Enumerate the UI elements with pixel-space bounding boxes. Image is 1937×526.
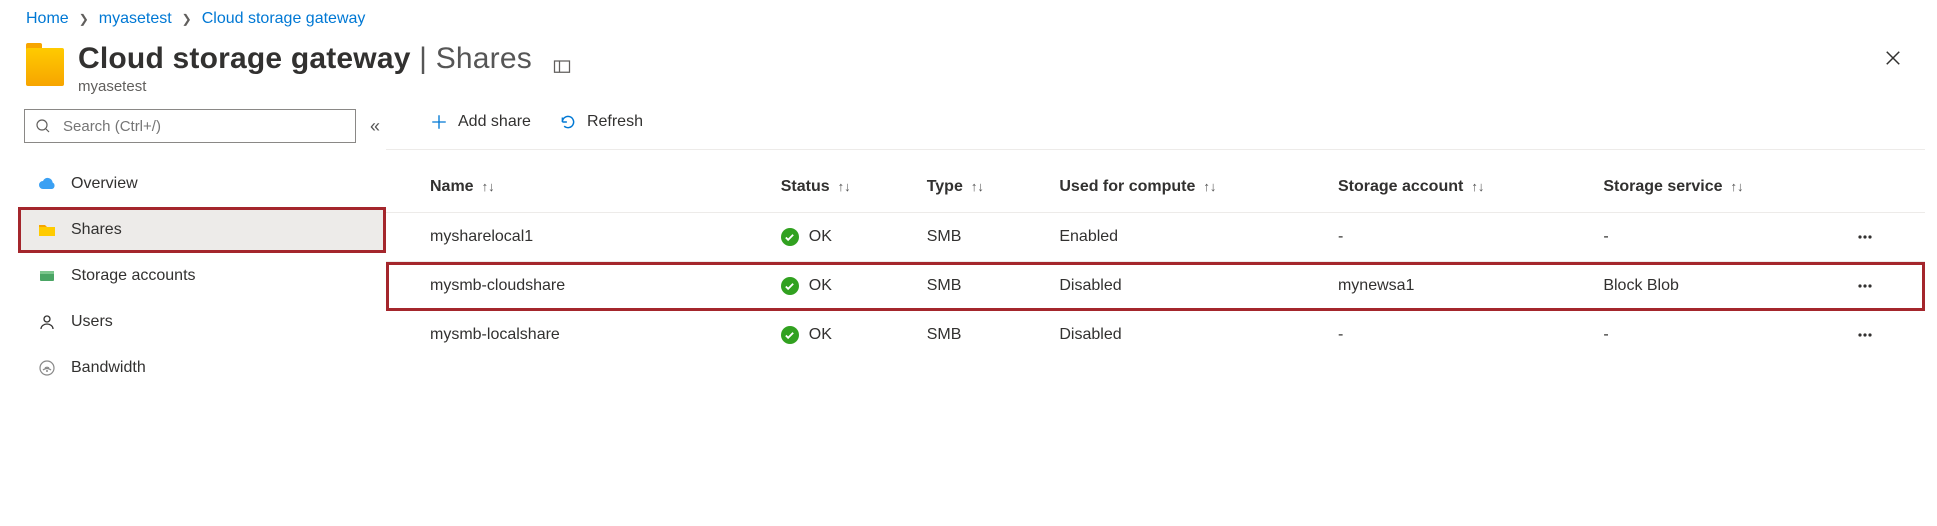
- collapse-toggle-icon[interactable]: «: [370, 116, 380, 137]
- bandwidth-icon: [37, 358, 57, 378]
- cell-account: -: [1328, 311, 1593, 360]
- cell-name: mysmb-localshare: [386, 311, 771, 360]
- cell-service: -: [1593, 311, 1845, 360]
- column-status[interactable]: Status ↑↓: [771, 164, 917, 213]
- search-field[interactable]: [61, 117, 345, 136]
- page-header: Cloud storage gateway | Shares myasetest: [0, 42, 1937, 105]
- sort-icon: ↑↓: [1731, 179, 1744, 194]
- sort-icon: ↑↓: [971, 179, 984, 194]
- cell-type: SMB: [917, 311, 1050, 360]
- cell-status: OK: [771, 213, 917, 262]
- cell-status: OK: [771, 311, 917, 360]
- users-icon: [37, 312, 57, 332]
- table-row[interactable]: mysharelocal1OKSMBEnabled--: [386, 213, 1925, 262]
- refresh-icon: [559, 113, 577, 131]
- cell-type: SMB: [917, 213, 1050, 262]
- column-label: Status: [781, 178, 830, 195]
- search-input[interactable]: [24, 109, 356, 143]
- column-actions: [1845, 164, 1925, 213]
- add-share-label: Add share: [458, 113, 531, 131]
- breadcrumb: Home ❯ myasetest ❯ Cloud storage gateway: [0, 0, 1937, 42]
- table-row[interactable]: mysmb-cloudshareOKSMBDisabledmynewsa1Blo…: [386, 262, 1925, 311]
- row-more-button[interactable]: [1845, 262, 1925, 311]
- more-icon: [1855, 325, 1875, 345]
- cell-used: Enabled: [1049, 213, 1328, 262]
- sidebar-item-overview[interactable]: Overview: [18, 161, 386, 207]
- main-content: Add share Refresh Name↑↓Status↑↓Type↑↓Us…: [386, 105, 1925, 391]
- chevron-right-icon: ❯: [182, 12, 192, 26]
- cell-used: Disabled: [1049, 311, 1328, 360]
- cell-account: -: [1328, 213, 1593, 262]
- cell-service: Block Blob: [1593, 262, 1845, 311]
- sidebar-item-label: Users: [71, 313, 113, 331]
- command-bar: Add share Refresh: [386, 107, 1925, 150]
- sidebar-nav: Overview Shares Storage accounts Users Bandw…: [18, 161, 386, 391]
- column-label: Type: [927, 178, 963, 195]
- column-name[interactable]: Name ↑↓: [386, 164, 771, 213]
- close-icon[interactable]: [1883, 48, 1903, 68]
- cell-name: mysharelocal1: [386, 213, 771, 262]
- chevron-right-icon: ❯: [79, 12, 89, 26]
- cell-service: -: [1593, 213, 1845, 262]
- add-share-button[interactable]: Add share: [430, 113, 531, 131]
- page-title: Cloud storage gateway | Shares: [78, 42, 532, 76]
- column-label: Storage account: [1338, 178, 1463, 195]
- sort-icon: ↑↓: [482, 179, 495, 194]
- refresh-button[interactable]: Refresh: [559, 113, 643, 131]
- sidebar-item-label: Bandwidth: [71, 359, 146, 377]
- more-icon: [1855, 276, 1875, 296]
- sort-icon: ↑↓: [838, 179, 851, 194]
- more-icon: [1855, 227, 1875, 247]
- sidebar-item-shares[interactable]: Shares: [18, 207, 386, 253]
- column-type[interactable]: Type ↑↓: [917, 164, 1050, 213]
- folder-icon: [26, 48, 64, 86]
- sidebar-item-label: Overview: [71, 175, 138, 193]
- page-subtitle: myasetest: [78, 78, 532, 95]
- row-more-button[interactable]: [1845, 213, 1925, 262]
- cell-used: Disabled: [1049, 262, 1328, 311]
- pin-icon[interactable]: [552, 56, 572, 76]
- column-used[interactable]: Used for compute ↑↓: [1049, 164, 1328, 213]
- column-label: Storage service: [1603, 178, 1722, 195]
- storage-icon: [37, 266, 57, 286]
- breadcrumb-home[interactable]: Home: [26, 10, 69, 28]
- cell-status: OK: [771, 262, 917, 311]
- shares-table: Name↑↓Status↑↓Type↑↓Used for compute↑↓St…: [386, 164, 1925, 359]
- sidebar: « Overview Shares Storage accounts Users Ban…: [18, 105, 386, 391]
- table-row[interactable]: mysmb-localshareOKSMBDisabled--: [386, 311, 1925, 360]
- sort-icon: ↑↓: [1471, 179, 1484, 194]
- cell-account: mynewsa1: [1328, 262, 1593, 311]
- column-label: Name: [430, 178, 474, 195]
- folder-icon: [37, 220, 57, 240]
- sidebar-item-bandwidth[interactable]: Bandwidth: [18, 345, 386, 391]
- column-account[interactable]: Storage account ↑↓: [1328, 164, 1593, 213]
- cell-name: mysmb-cloudshare: [386, 262, 771, 311]
- search-icon: [35, 118, 51, 134]
- cell-type: SMB: [917, 262, 1050, 311]
- sort-icon: ↑↓: [1203, 179, 1216, 194]
- status-ok-icon: [781, 326, 799, 344]
- sidebar-item-label: Shares: [71, 221, 122, 239]
- breadcrumb-current[interactable]: Cloud storage gateway: [202, 10, 366, 28]
- title-text-group: Cloud storage gateway | Shares myasetest: [78, 42, 532, 95]
- column-label: Used for compute: [1059, 178, 1195, 195]
- cloud-icon: [37, 174, 57, 194]
- column-service[interactable]: Storage service ↑↓: [1593, 164, 1845, 213]
- sidebar-item-storage-accounts[interactable]: Storage accounts: [18, 253, 386, 299]
- breadcrumb-resource[interactable]: myasetest: [99, 10, 172, 28]
- plus-icon: [430, 113, 448, 131]
- page-title-main: Cloud storage gateway: [78, 42, 411, 75]
- status-ok-icon: [781, 277, 799, 295]
- sidebar-item-users[interactable]: Users: [18, 299, 386, 345]
- refresh-label: Refresh: [587, 113, 643, 131]
- page-title-section: Shares: [436, 42, 532, 75]
- sidebar-item-label: Storage accounts: [71, 267, 196, 285]
- row-more-button[interactable]: [1845, 311, 1925, 360]
- status-ok-icon: [781, 228, 799, 246]
